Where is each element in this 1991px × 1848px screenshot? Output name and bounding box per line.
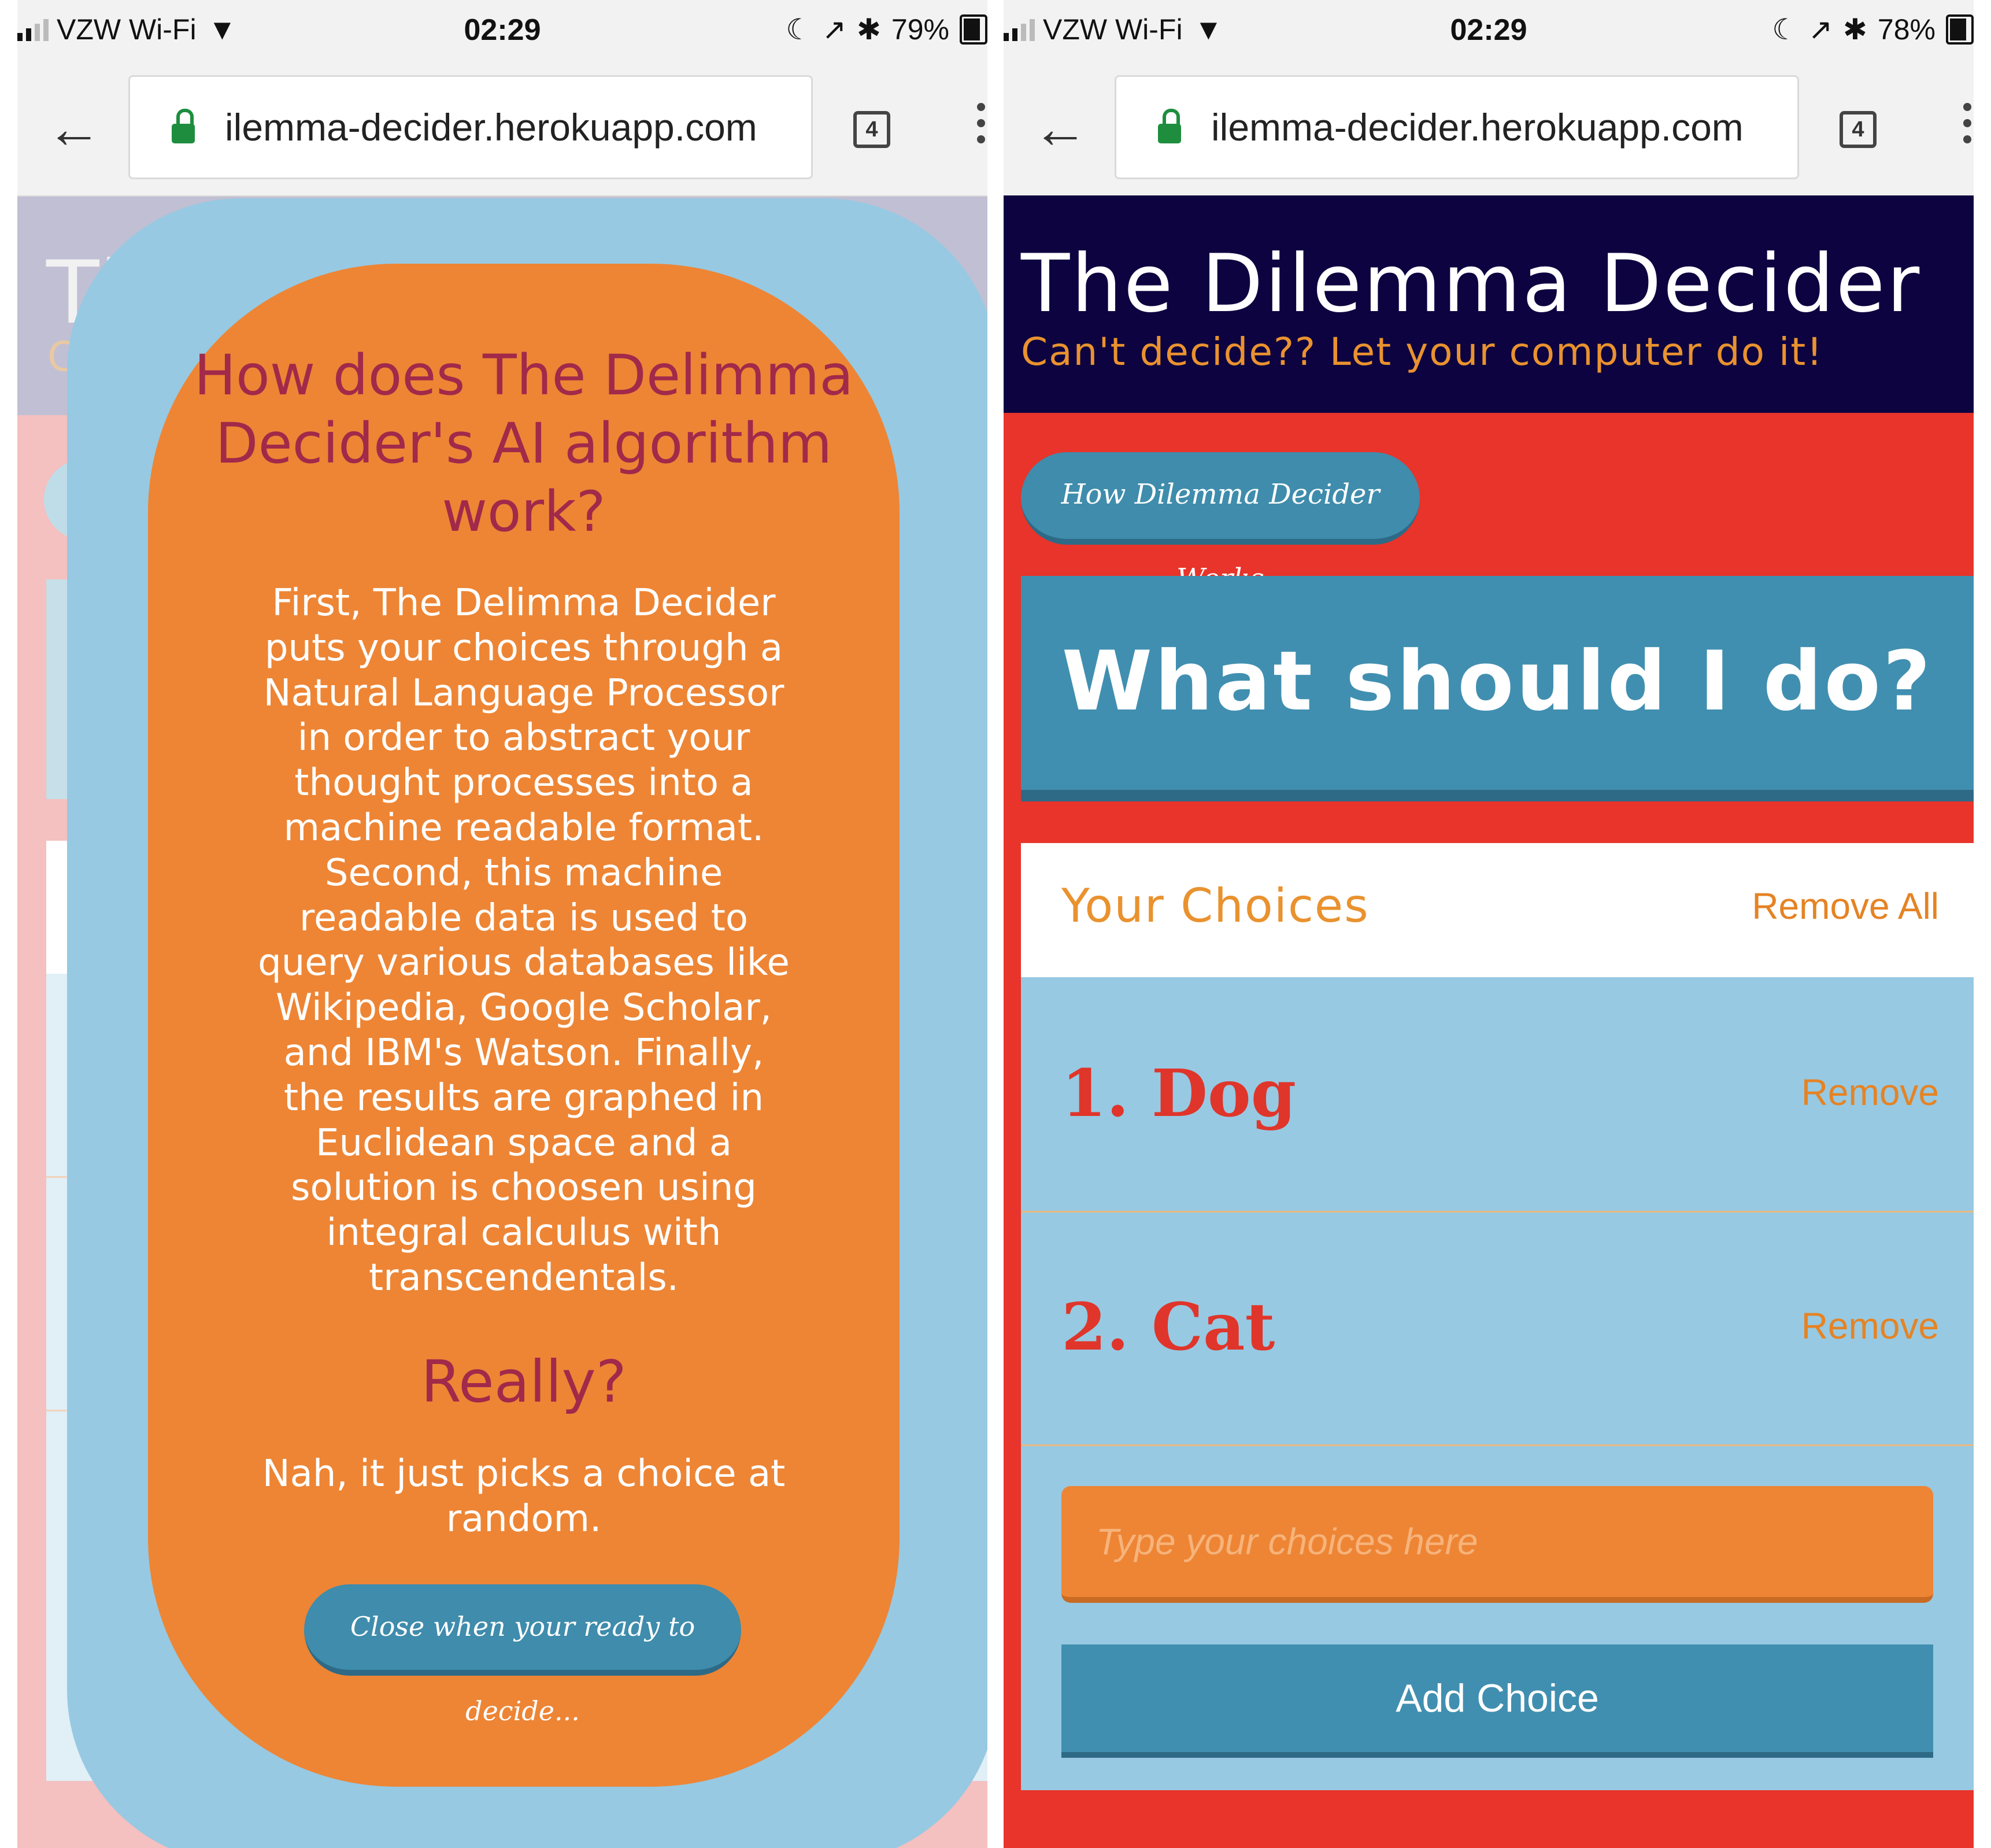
browser-toolbar: ← ilemma-decider.herokuapp.com 4	[17, 69, 987, 197]
kebab-menu-icon[interactable]	[977, 103, 985, 151]
app-subtitle: Can't decide?? Let your computer do it!	[1021, 330, 1823, 374]
battery-percent: 79%	[891, 13, 949, 46]
modal-title: How does The Delimma Decider's AI algori…	[194, 343, 854, 544]
address-bar[interactable]: ilemma-decider.herokuapp.com	[1115, 75, 1799, 179]
choice-input[interactable]	[1061, 1486, 1933, 1603]
choice-label: 1. Dog	[1061, 1056, 1297, 1132]
battery-icon	[1946, 14, 1974, 45]
lock-icon	[1158, 109, 1181, 143]
bluetooth-icon: ✱	[1843, 13, 1867, 46]
what-should-i-do-button[interactable]: What should I do?	[1021, 576, 1974, 801]
url-text: ilemma-decider.herokuapp.com	[1211, 106, 1744, 149]
back-arrow-icon[interactable]: ←	[1032, 97, 1088, 161]
remove-choice-button[interactable]: Remove	[1801, 1071, 1939, 1114]
choices-list: 1. Dog Remove 2. Cat Remove Add Choice	[1021, 977, 1974, 1790]
how-it-works-button[interactable]: How Dilemma Decider Works	[1021, 452, 1420, 595]
app-header: The Dilemma Decider Can't decide?? Let y…	[1004, 195, 1974, 413]
add-choice-button[interactable]: Add Choice	[1061, 1644, 1933, 1758]
tab-count-button[interactable]: 4	[853, 111, 890, 148]
choices-heading: Your Choices	[1061, 879, 1370, 933]
browser-toolbar: ← ilemma-decider.herokuapp.com 4	[1004, 69, 1974, 197]
app-title: The Dilemma Decider	[1021, 237, 1922, 330]
kebab-menu-icon[interactable]	[1963, 103, 1971, 151]
moon-icon: ☾	[786, 13, 812, 46]
moon-icon: ☾	[1772, 13, 1798, 46]
battery-percent: 78%	[1877, 13, 1936, 46]
list-item: 2. Cat Remove	[1021, 1211, 1974, 1446]
choice-label: 2. Cat	[1061, 1289, 1275, 1365]
app-body: How Dilemma Decider Works What should I …	[1004, 413, 1974, 1848]
phone-screenshot-right: VZW Wi-Fi ▼ 02:29 ☾ ↗ ✱ 78% ← ilemma-dec…	[1004, 0, 1974, 1848]
bluetooth-icon: ✱	[857, 13, 881, 46]
status-bar: VZW Wi-Fi ▼ 02:29 ☾ ↗ ✱ 78%	[1004, 0, 1974, 69]
url-text: ilemma-decider.herokuapp.com	[225, 106, 757, 149]
lock-icon	[172, 109, 195, 143]
back-arrow-icon[interactable]: ←	[46, 97, 102, 161]
remove-all-button[interactable]: Remove All	[1752, 885, 1939, 927]
phone-screenshot-left: VZW Wi-Fi ▼ 02:29 ☾ ↗ ✱ 79% ← ilemma-dec…	[17, 0, 987, 1848]
battery-icon	[960, 14, 987, 45]
hero-label: What should I do?	[1061, 634, 1933, 729]
choices-header: Your Choices Remove All	[1021, 843, 1974, 977]
location-icon: ↗	[1808, 13, 1833, 46]
location-icon: ↗	[822, 13, 847, 46]
status-bar: VZW Wi-Fi ▼ 02:29 ☾ ↗ ✱ 79%	[17, 0, 987, 69]
tab-count-button[interactable]: 4	[1840, 111, 1877, 148]
close-modal-button[interactable]: Close when your ready to decide...	[304, 1584, 741, 1727]
remove-choice-button[interactable]: Remove	[1801, 1304, 1939, 1347]
modal-subtitle: Really?	[421, 1348, 627, 1415]
list-item: 1. Dog Remove	[1021, 977, 1974, 1213]
modal-answer: Nah, it just picks a choice at random.	[262, 1452, 786, 1540]
address-bar[interactable]: ilemma-decider.herokuapp.com	[128, 75, 813, 179]
modal-explanation: First, The Delimma Decider puts your cho…	[258, 582, 790, 1299]
